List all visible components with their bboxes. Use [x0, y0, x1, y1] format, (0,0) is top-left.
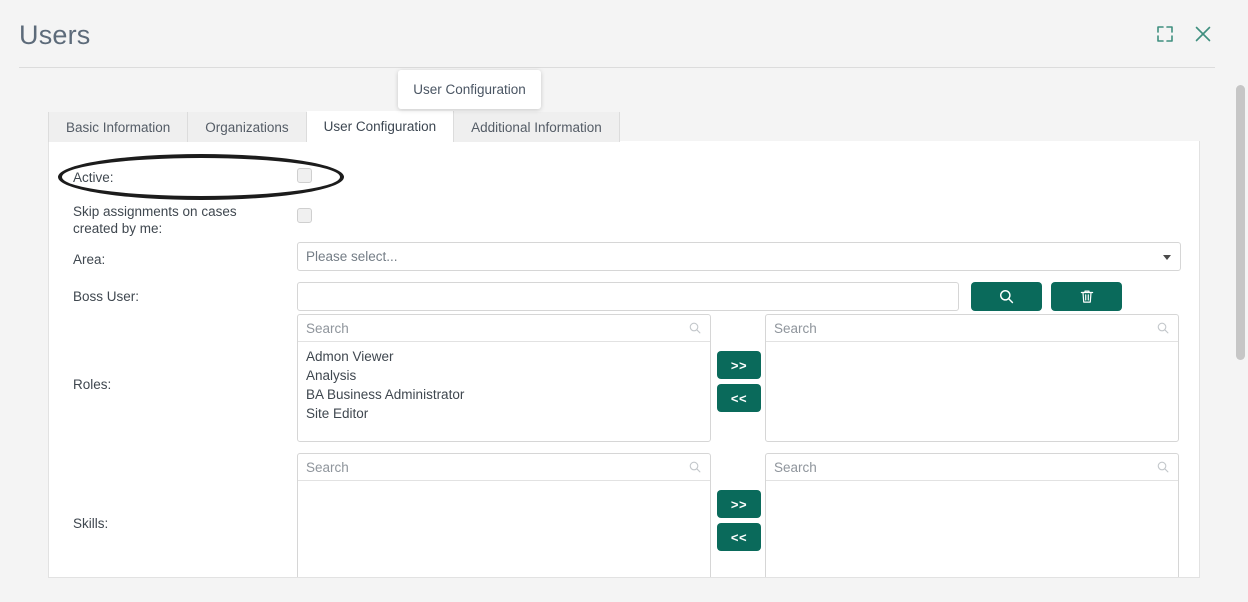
area-select[interactable]: Please select...: [297, 242, 1181, 271]
chevron-down-icon: [1163, 254, 1171, 260]
skills-available-list[interactable]: [298, 481, 710, 486]
area-select-value: Please select...: [306, 249, 398, 264]
tab-bar: Basic Information Organizations User Con…: [48, 111, 620, 142]
user-configuration-form: Active: Skip assignments on cases create…: [48, 141, 1200, 578]
search-icon: [1156, 460, 1170, 474]
boss-user-input[interactable]: [297, 282, 959, 311]
list-item[interactable]: Analysis: [298, 366, 710, 385]
user-configuration-dialog: Users User Configuration Basic Informati…: [0, 0, 1248, 602]
list-item[interactable]: BA Business Administrator: [298, 385, 710, 404]
roles-available-panel: Search Admon Viewer Analysis BA Business…: [297, 314, 711, 442]
skills-selected-search[interactable]: Search: [766, 454, 1178, 481]
skills-selected-panel: Search: [765, 453, 1179, 577]
skills-remove-button[interactable]: <<: [717, 523, 761, 551]
skills-available-panel: Search: [297, 453, 711, 577]
tab-tooltip: User Configuration: [398, 70, 541, 109]
roles-selected-list[interactable]: [766, 342, 1178, 347]
roles-selected-panel: Search: [765, 314, 1179, 442]
expand-icon[interactable]: [1153, 22, 1177, 46]
search-icon: [1156, 321, 1170, 335]
search-icon: [688, 460, 702, 474]
close-icon[interactable]: [1191, 22, 1215, 46]
roles-available-search[interactable]: Search: [298, 315, 710, 342]
page-title: Users: [19, 20, 91, 50]
roles-available-search-placeholder: Search: [306, 320, 349, 336]
tab-additional-information[interactable]: Additional Information: [454, 112, 620, 142]
roles-remove-button[interactable]: <<: [717, 384, 761, 412]
skills-selected-list[interactable]: [766, 481, 1178, 486]
skip-assignments-label: Skip assignments on cases created by me:: [73, 204, 237, 236]
dialog-header: Users: [0, 0, 1232, 68]
skills-label: Skills:: [73, 516, 109, 531]
search-icon: [688, 321, 702, 335]
boss-user-delete-button[interactable]: [1051, 282, 1122, 311]
list-item[interactable]: Site Editor: [298, 404, 710, 423]
vertical-scrollbar-thumb[interactable]: [1236, 85, 1245, 360]
roles-selected-search[interactable]: Search: [766, 315, 1178, 342]
skills-selected-search-placeholder: Search: [774, 459, 817, 475]
header-divider: [19, 67, 1215, 68]
roles-selected-search-placeholder: Search: [774, 320, 817, 336]
tab-organizations[interactable]: Organizations: [188, 112, 307, 142]
roles-label: Roles:: [73, 377, 112, 392]
area-label: Area:: [73, 252, 106, 267]
active-checkbox[interactable]: [297, 168, 312, 183]
skills-available-search-placeholder: Search: [306, 459, 349, 475]
boss-user-search-button[interactable]: [971, 282, 1042, 311]
roles-add-button[interactable]: >>: [717, 351, 761, 379]
tab-basic-information[interactable]: Basic Information: [48, 112, 189, 142]
active-label: Active:: [73, 170, 114, 185]
skills-add-button[interactable]: >>: [717, 490, 761, 518]
boss-user-label: Boss User:: [73, 289, 140, 304]
skills-available-search[interactable]: Search: [298, 454, 710, 481]
roles-available-list[interactable]: Admon Viewer Analysis BA Business Admini…: [298, 342, 710, 423]
tab-user-configuration[interactable]: User Configuration: [306, 111, 455, 142]
list-item[interactable]: Admon Viewer: [298, 347, 710, 366]
vertical-scrollbar-track[interactable]: [1232, 0, 1248, 602]
skip-assignments-checkbox[interactable]: [297, 208, 312, 223]
header-actions: [1153, 22, 1215, 46]
